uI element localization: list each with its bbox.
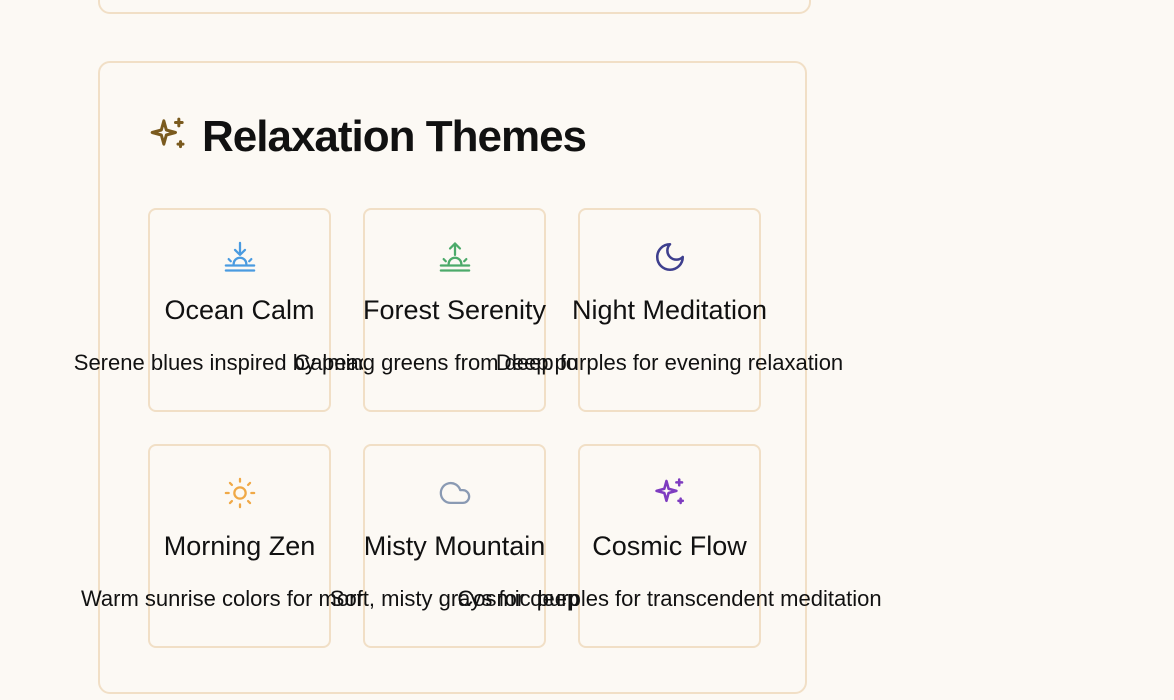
theme-name: Night Meditation [571,295,768,325]
relaxation-themes-card: Relaxation Themes Ocean Calm Serene blue… [74,61,882,694]
theme-forest-serenity[interactable]: Forest Serenity Calming greens from deep… [294,208,615,412]
theme-misty-mountain[interactable]: Misty Mountain Soft, misty grays for dee… [330,444,579,648]
theme-description: Deep purples for evening relaxation [495,350,844,375]
sparkles-icon [148,115,188,160]
theme-name: Forest Serenity [362,295,547,325]
sparkles-icon [653,476,687,510]
section-title: Relaxation Themes [202,112,587,161]
theme-morning-zen[interactable]: Morning Zen Warm sunrise colors for morn… [81,444,398,648]
previous-card [98,0,811,14]
theme-night-meditation[interactable]: Night Meditation Deep purples for evenin… [496,208,843,412]
theme-description: Cosmic purples for transcendent meditati… [457,586,882,611]
theme-name: Ocean Calm [164,295,315,325]
cloud-icon [438,476,472,510]
theme-name: Cosmic Flow [592,531,747,561]
sun-icon [223,476,257,510]
card-header: Relaxation Themes [148,111,587,163]
theme-ocean-calm[interactable]: Ocean Calm Serene blues inspired by peac… [74,208,405,412]
sunset-icon [223,240,257,274]
moon-icon [653,240,687,274]
theme-name: Misty Mountain [363,531,546,561]
theme-name: Morning Zen [163,531,316,561]
sunrise-icon [438,240,472,274]
theme-cosmic-flow[interactable]: Cosmic Flow Cosmic purples for transcend… [457,444,882,648]
